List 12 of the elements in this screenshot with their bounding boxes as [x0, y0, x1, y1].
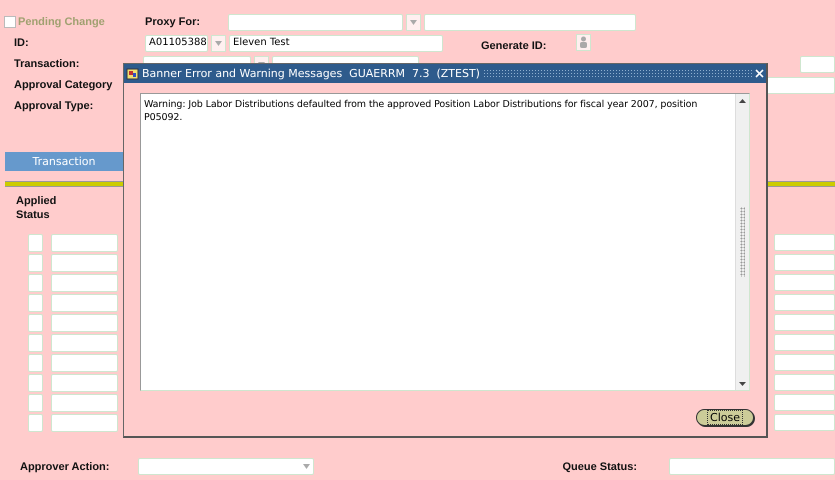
field-label: Transaction:	[13, 58, 80, 70]
field-label: Proxy For:	[145, 16, 202, 28]
message-text: Warning: Job Labor Distributions defaulted from the approved Position Labor Distributions for fiscal year 2007, position P05092.	[143, 98, 698, 125]
checkbox-label: Pending Change	[18, 16, 105, 28]
field-label: Queue Status:	[562, 460, 638, 472]
window-title: Banner Error and Warning Messages GUAERRM 7.3 (ZTEST)	[142, 67, 480, 80]
field-label: Approval Category	[13, 79, 114, 91]
column-header: Applied Status	[16, 194, 58, 222]
field-label: Approval Type:	[13, 100, 94, 112]
field-label: ID:	[13, 37, 30, 49]
field-label: Generate ID:	[481, 40, 548, 52]
field-label: Approver Action:	[20, 460, 110, 472]
